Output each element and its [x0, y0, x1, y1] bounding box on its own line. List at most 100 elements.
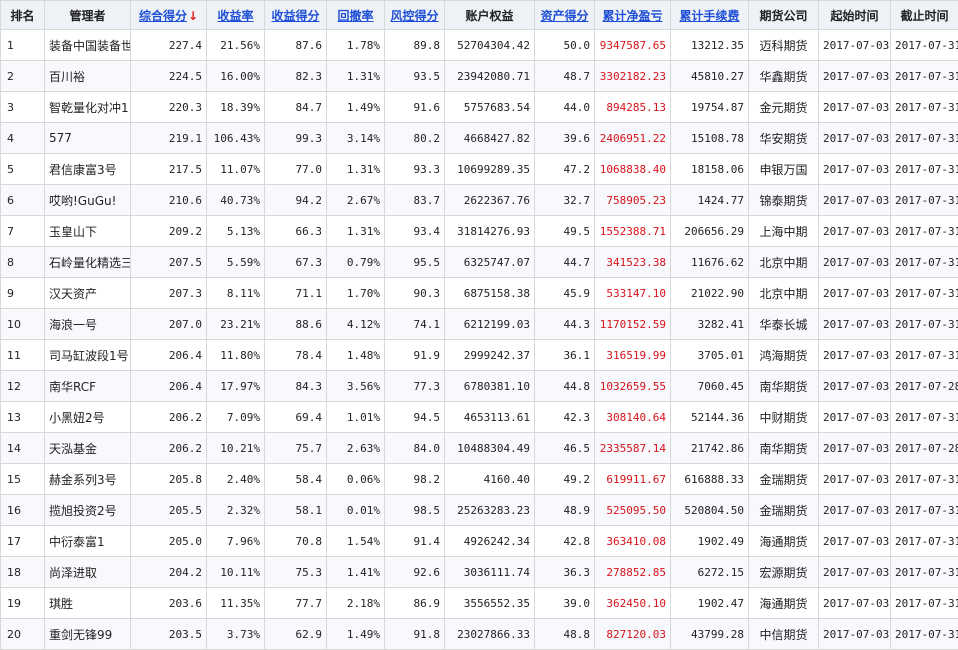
company-cell: 北京中期 — [749, 278, 819, 309]
header-cum-fee[interactable]: 累计手续费 — [671, 1, 749, 30]
company-cell: 申银万国 — [749, 154, 819, 185]
drawdown-cell: 3.14% — [327, 123, 385, 154]
company-cell: 华安期货 — [749, 123, 819, 154]
header-row: 排名 管理者 综合得分↓ 收益率 收益得分 回撤率 风控得分 账户权益 资产得分… — [1, 1, 958, 30]
sort-link-return-score[interactable]: 收益得分 — [271, 9, 319, 23]
end-time-cell: 2017-07-31 — [891, 309, 958, 340]
cum-profit-cell: 1170152.59 — [595, 309, 671, 340]
total-score-cell: 207.0 — [131, 309, 207, 340]
table-row: 3智乾量化对冲1·220.318.39%84.71.49%91.65757683… — [1, 92, 958, 123]
manager-cell: 揽旭投资2号 — [45, 495, 131, 526]
total-score-cell: 220.3 — [131, 92, 207, 123]
return-score-cell: 78.4 — [265, 340, 327, 371]
rank-cell: 18 — [1, 557, 45, 588]
start-time-cell: 2017-07-03 — [819, 185, 891, 216]
sort-link-drawdown[interactable]: 回撤率 — [337, 9, 373, 23]
header-risk-score[interactable]: 风控得分 — [385, 1, 445, 30]
company-cell: 迈科期货 — [749, 30, 819, 61]
end-time-cell: 2017-07-31 — [891, 185, 958, 216]
drawdown-cell: 1.49% — [327, 92, 385, 123]
equity-cell: 23942080.71 — [445, 61, 535, 92]
manager-cell: 中衍泰富1 — [45, 526, 131, 557]
header-return-rate[interactable]: 收益率 — [207, 1, 265, 30]
sort-link-cum-profit[interactable]: 累计净盈亏 — [602, 9, 662, 23]
asset-score-cell: 39.6 — [535, 123, 595, 154]
end-time-cell: 2017-07-31 — [891, 30, 958, 61]
header-equity: 账户权益 — [445, 1, 535, 30]
return-score-cell: 58.4 — [265, 464, 327, 495]
drawdown-cell: 1.48% — [327, 340, 385, 371]
cum-profit-cell: 308140.64 — [595, 402, 671, 433]
end-time-cell: 2017-07-31 — [891, 154, 958, 185]
equity-cell: 3036111.74 — [445, 557, 535, 588]
asset-score-cell: 47.2 — [535, 154, 595, 185]
manager-cell: 哎哟!GuGu! — [45, 185, 131, 216]
drawdown-cell: 1.01% — [327, 402, 385, 433]
sort-link-cum-fee[interactable]: 累计手续费 — [679, 9, 739, 23]
return-rate-cell: 10.11% — [207, 557, 265, 588]
equity-cell: 23027866.33 — [445, 619, 535, 650]
cum-profit-cell: 341523.38 — [595, 247, 671, 278]
table-row: 10海浪一号207.023.21%88.64.12%74.16212199.03… — [1, 309, 958, 340]
table-row: 18尚泽进取204.210.11%75.31.41%92.63036111.74… — [1, 557, 958, 588]
manager-cell: 百川裕 — [45, 61, 131, 92]
sort-link-return-rate[interactable]: 收益率 — [217, 9, 253, 23]
cum-profit-cell: 363410.08 — [595, 526, 671, 557]
company-cell: 金瑞期货 — [749, 495, 819, 526]
sort-link-asset-score[interactable]: 资产得分 — [540, 9, 588, 23]
risk-score-cell: 91.9 — [385, 340, 445, 371]
start-time-cell: 2017-07-03 — [819, 588, 891, 619]
equity-cell: 10699289.35 — [445, 154, 535, 185]
equity-cell: 6212199.03 — [445, 309, 535, 340]
drawdown-cell: 0.06% — [327, 464, 385, 495]
header-asset-score[interactable]: 资产得分 — [535, 1, 595, 30]
cum-fee-cell: 1424.77 — [671, 185, 749, 216]
end-time-cell: 2017-07-31 — [891, 402, 958, 433]
manager-cell: 玉皇山下 — [45, 216, 131, 247]
end-time-cell: 2017-07-31 — [891, 123, 958, 154]
equity-cell: 31814276.93 — [445, 216, 535, 247]
end-time-cell: 2017-07-31 — [891, 216, 958, 247]
asset-score-cell: 46.5 — [535, 433, 595, 464]
return-rate-cell: 11.35% — [207, 588, 265, 619]
header-total-score[interactable]: 综合得分↓ — [131, 1, 207, 30]
risk-score-cell: 91.4 — [385, 526, 445, 557]
cum-fee-cell: 21742.86 — [671, 433, 749, 464]
cum-fee-cell: 1902.47 — [671, 588, 749, 619]
cum-fee-cell: 19754.87 — [671, 92, 749, 123]
risk-score-cell: 91.8 — [385, 619, 445, 650]
return-rate-cell: 3.73% — [207, 619, 265, 650]
start-time-cell: 2017-07-03 — [819, 526, 891, 557]
header-start-time: 起始时间 — [819, 1, 891, 30]
table-row: 19琪胜203.611.35%77.72.18%86.93556552.3539… — [1, 588, 958, 619]
total-score-cell: 204.2 — [131, 557, 207, 588]
header-drawdown[interactable]: 回撤率 — [327, 1, 385, 30]
cum-profit-cell: 758905.23 — [595, 185, 671, 216]
equity-cell: 2622367.76 — [445, 185, 535, 216]
end-time-cell: 2017-07-31 — [891, 61, 958, 92]
sort-link-risk-score[interactable]: 风控得分 — [390, 9, 438, 23]
equity-cell: 2999242.37 — [445, 340, 535, 371]
return-rate-cell: 16.00% — [207, 61, 265, 92]
cum-fee-cell: 3705.01 — [671, 340, 749, 371]
header-cum-profit[interactable]: 累计净盈亏 — [595, 1, 671, 30]
return-score-cell: 84.3 — [265, 371, 327, 402]
equity-cell: 6325747.07 — [445, 247, 535, 278]
company-cell: 中信期货 — [749, 619, 819, 650]
return-score-cell: 66.3 — [265, 216, 327, 247]
sort-link-total-score[interactable]: 综合得分 — [139, 9, 187, 23]
total-score-cell: 206.2 — [131, 433, 207, 464]
return-rate-cell: 40.73% — [207, 185, 265, 216]
sort-desc-arrow-icon: ↓ — [188, 9, 198, 23]
rank-cell: 14 — [1, 433, 45, 464]
cum-profit-cell: 2335587.14 — [595, 433, 671, 464]
company-cell: 宏源期货 — [749, 557, 819, 588]
rank-cell: 17 — [1, 526, 45, 557]
header-return-score[interactable]: 收益得分 — [265, 1, 327, 30]
start-time-cell: 2017-07-03 — [819, 30, 891, 61]
rank-cell: 10 — [1, 309, 45, 340]
end-time-cell: 2017-07-31 — [891, 340, 958, 371]
return-score-cell: 62.9 — [265, 619, 327, 650]
manager-cell: 天泓基金 — [45, 433, 131, 464]
rank-cell: 2 — [1, 61, 45, 92]
